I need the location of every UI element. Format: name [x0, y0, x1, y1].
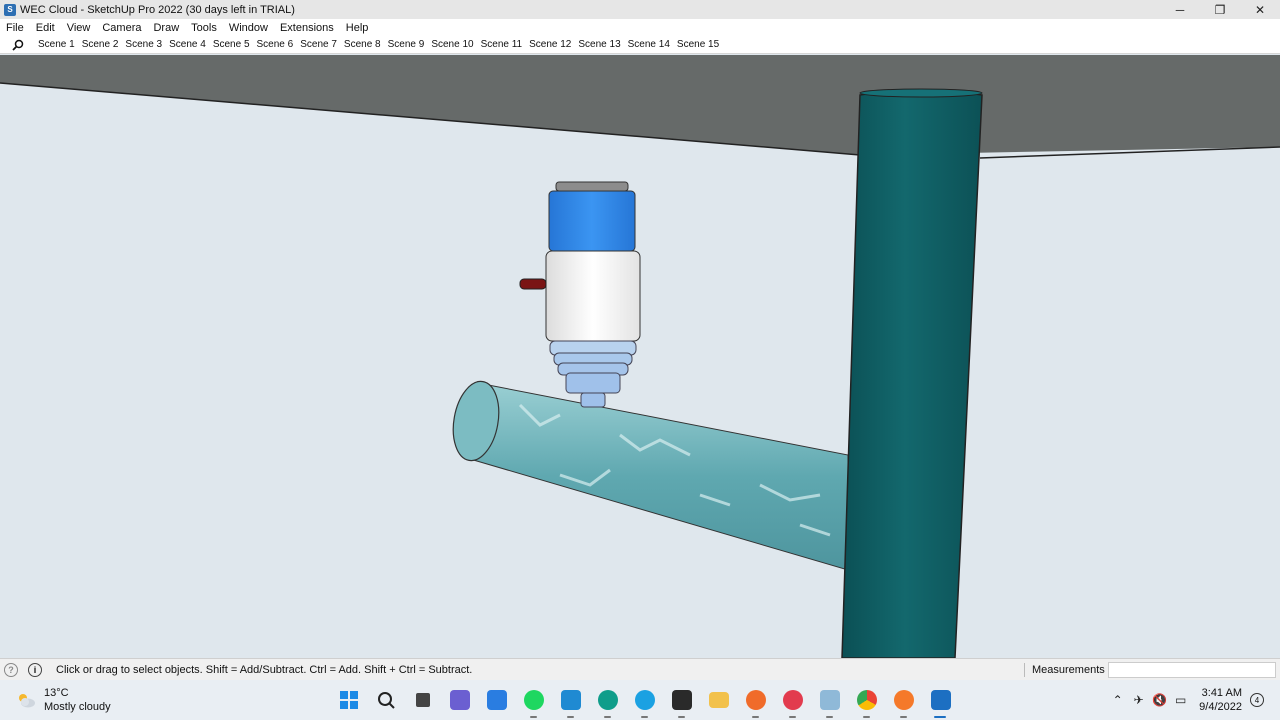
menu-draw[interactable]: Draw — [147, 22, 185, 34]
search-icon[interactable] — [7, 36, 29, 54]
battery-icon[interactable]: ▭ — [1170, 693, 1191, 707]
ceiling-slab — [0, 55, 1280, 155]
title-bar: S WEC Cloud - SketchUp Pro 2022 (30 days… — [0, 0, 1280, 19]
status-hint: Click or drag to select objects. Shift =… — [56, 663, 473, 676]
windows-taskbar: 13°C Mostly cloudy ⌃ ✈ 🔇 ▭ 3:41 AM 9/4/2… — [0, 680, 1280, 720]
chevron-up-icon[interactable]: ⌃ — [1107, 693, 1128, 707]
scene-tab-7[interactable]: Scene 7 — [297, 39, 341, 50]
menu-help[interactable]: Help — [340, 22, 375, 34]
system-tray: ⌃ ✈ 🔇 ▭ 3:41 AM 9/4/2022 4 — [1107, 680, 1280, 720]
cloud-sun-icon — [16, 692, 36, 708]
scenes-toolbar: Scene 1 Scene 2 Scene 3 Scene 4 Scene 5 … — [0, 36, 1280, 54]
game-icon[interactable] — [663, 680, 700, 720]
menu-window[interactable]: Window — [223, 22, 274, 34]
close-button[interactable]: ✕ — [1240, 0, 1280, 19]
teal-column — [841, 88, 983, 658]
folder-icon[interactable] — [700, 680, 737, 720]
scene-tab-8[interactable]: Scene 8 — [341, 39, 385, 50]
photos-icon[interactable] — [811, 680, 848, 720]
notification-badge[interactable]: 4 — [1250, 693, 1264, 707]
scene-tab-5[interactable]: Scene 5 — [210, 39, 254, 50]
scene-tab-2[interactable]: Scene 2 — [79, 39, 123, 50]
scene-tab-12[interactable]: Scene 12 — [526, 39, 575, 50]
weather-condition: Mostly cloudy — [44, 701, 111, 713]
volume-muted-icon[interactable]: 🔇 — [1149, 693, 1170, 707]
window-title: WEC Cloud - SketchUp Pro 2022 (30 days l… — [20, 3, 295, 16]
menu-extensions[interactable]: Extensions — [274, 22, 340, 34]
status-bar: ? i Click or drag to select objects. Shi… — [0, 658, 1280, 680]
firefox-icon[interactable] — [737, 680, 774, 720]
scene-tab-3[interactable]: Scene 3 — [122, 39, 166, 50]
scene-tab-15[interactable]: Scene 15 — [674, 39, 723, 50]
blender-icon[interactable] — [885, 680, 922, 720]
scene-tab-11[interactable]: Scene 11 — [478, 39, 527, 50]
scene-tab-4[interactable]: Scene 4 — [166, 39, 210, 50]
menu-bar: File Edit View Camera Draw Tools Window … — [0, 19, 1280, 36]
store-icon[interactable] — [478, 680, 515, 720]
scene-tab-9[interactable]: Scene 9 — [385, 39, 429, 50]
teams-icon[interactable] — [441, 680, 478, 720]
restore-button[interactable]: ❐ — [1200, 0, 1240, 19]
edge-icon[interactable] — [589, 680, 626, 720]
skype-icon[interactable] — [626, 680, 663, 720]
spotify-icon[interactable] — [515, 680, 552, 720]
sketchup-app-icon: S — [4, 3, 16, 16]
model-drawing — [0, 55, 1280, 658]
menu-edit[interactable]: Edit — [30, 22, 61, 34]
water-dispenser-pump — [519, 181, 641, 408]
info-icon[interactable]: i — [28, 662, 42, 677]
scene-tab-6[interactable]: Scene 6 — [254, 39, 298, 50]
clock-time: 3:41 AM — [1201, 687, 1242, 699]
vscode-icon[interactable] — [552, 680, 589, 720]
model-viewport[interactable] — [0, 55, 1280, 658]
search-icon[interactable] — [367, 680, 404, 720]
taskbar-apps — [330, 680, 959, 720]
scene-tab-1[interactable]: Scene 1 — [35, 39, 79, 50]
minimize-button[interactable]: ─ — [1160, 0, 1200, 19]
menu-camera[interactable]: Camera — [96, 22, 147, 34]
chrome-icon[interactable] — [848, 680, 885, 720]
menu-file[interactable]: File — [0, 22, 30, 34]
scene-tab-13[interactable]: Scene 13 — [575, 39, 624, 50]
menu-tools[interactable]: Tools — [185, 22, 223, 34]
status-divider — [1024, 662, 1025, 677]
scene-tab-14[interactable]: Scene 14 — [625, 39, 674, 50]
measurements-label: Measurements — [1032, 663, 1105, 676]
clock[interactable]: 3:41 AM 9/4/2022 — [1199, 686, 1242, 714]
recorder-icon[interactable] — [774, 680, 811, 720]
airplane-icon[interactable]: ✈ — [1128, 693, 1149, 707]
weather-widget[interactable]: 13°C Mostly cloudy — [0, 686, 300, 714]
menu-view[interactable]: View — [61, 22, 97, 34]
start-icon[interactable] — [330, 680, 367, 720]
file-explorer-icon[interactable] — [404, 680, 441, 720]
clock-date: 9/4/2022 — [1199, 701, 1242, 713]
water-pipe — [452, 380, 849, 571]
measurements-input[interactable] — [1108, 661, 1276, 678]
temperature: 13°C — [44, 687, 69, 699]
geo-location-icon[interactable]: ? — [4, 662, 18, 677]
sketchup-icon[interactable] — [922, 680, 959, 720]
scene-tab-10[interactable]: Scene 10 — [428, 39, 477, 50]
